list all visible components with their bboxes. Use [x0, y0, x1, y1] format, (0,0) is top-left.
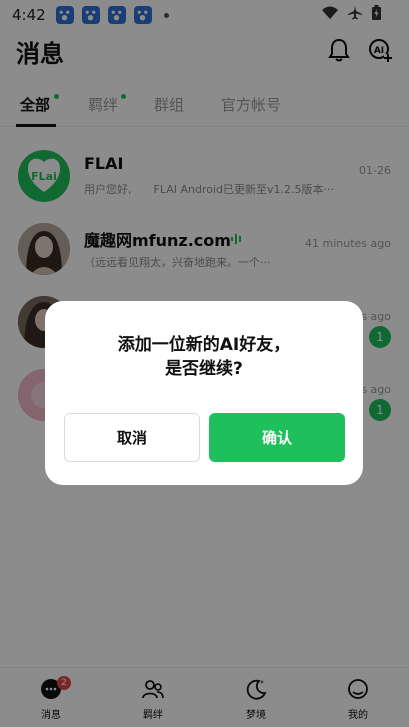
dialog-message-line1: 添加一位新的AI好友，: [117, 335, 291, 355]
confirm-button[interactable]: 确认: [209, 413, 345, 462]
confirm-dialog: 添加一位新的AI好友， 是否继续? 取消 确认: [45, 301, 363, 485]
dialog-message: 添加一位新的AI好友， 是否继续?: [45, 333, 363, 381]
cancel-button[interactable]: 取消: [64, 413, 200, 462]
dialog-message-line2: 是否继续?: [165, 359, 243, 379]
